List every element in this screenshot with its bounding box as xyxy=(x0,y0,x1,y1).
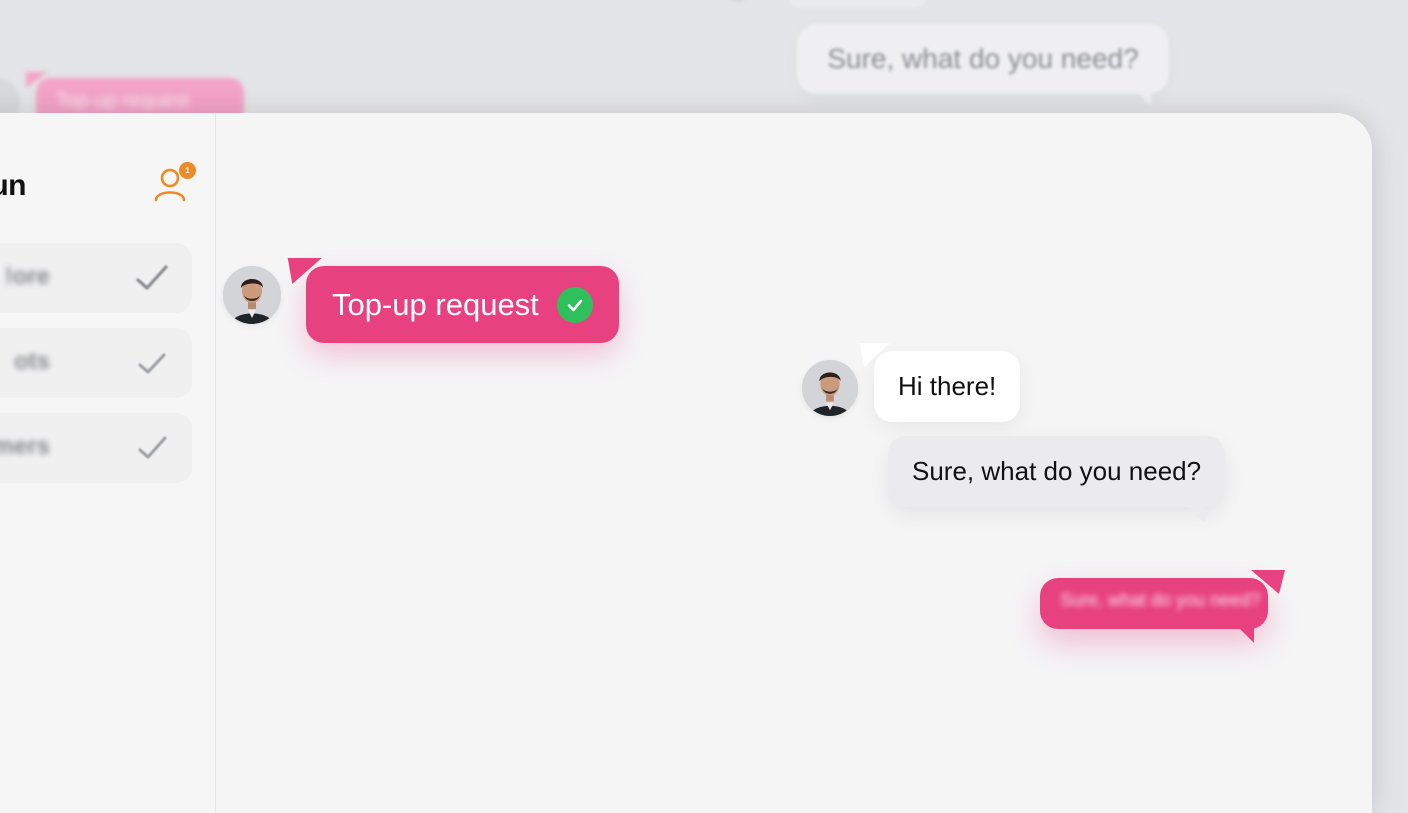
checkmark-icon xyxy=(136,265,168,290)
sidebar-item[interactable]: ots xyxy=(0,328,192,398)
sidebar-item-label: ore! xyxy=(4,263,50,290)
message-text: Sure, what do you need? xyxy=(1060,590,1261,610)
sidebar-title: un xyxy=(0,169,27,202)
check-circle-icon xyxy=(556,286,593,323)
checkmark-icon xyxy=(138,436,167,459)
avatar xyxy=(802,360,858,416)
sidebar: un 1 ore! ots mers xyxy=(0,113,216,813)
background-avatar xyxy=(728,0,746,2)
background-message-bubble: Sure, what do you need? xyxy=(797,24,1169,106)
sidebar-item-label: ots xyxy=(14,348,50,375)
sidebar-item[interactable]: mers xyxy=(0,413,192,483)
background-bubble xyxy=(788,0,928,8)
sidebar-item[interactable]: ore! xyxy=(0,243,192,313)
checkmark-icon xyxy=(138,353,166,374)
person-avatar-icon xyxy=(223,266,281,324)
notification-badge: 1 xyxy=(179,162,196,179)
message-bubble-incoming[interactable]: Hi there! xyxy=(874,351,1021,422)
chat-area: Top-up request Hi there! Sure, what do y… xyxy=(217,113,1372,813)
person-avatar-icon xyxy=(802,360,858,416)
message-bubble-top-up[interactable]: Top-up request xyxy=(306,266,619,343)
avatar xyxy=(223,266,281,324)
message-bubble-outgoing[interactable]: Sure, what do you need? xyxy=(1040,578,1268,643)
message-bubble-incoming[interactable]: Sure, what do you need? xyxy=(888,436,1226,523)
sidebar-item-label: mers xyxy=(0,433,50,460)
chat-window: un 1 ore! ots mers xyxy=(0,113,1372,813)
message-text: Top-up request xyxy=(332,286,539,322)
